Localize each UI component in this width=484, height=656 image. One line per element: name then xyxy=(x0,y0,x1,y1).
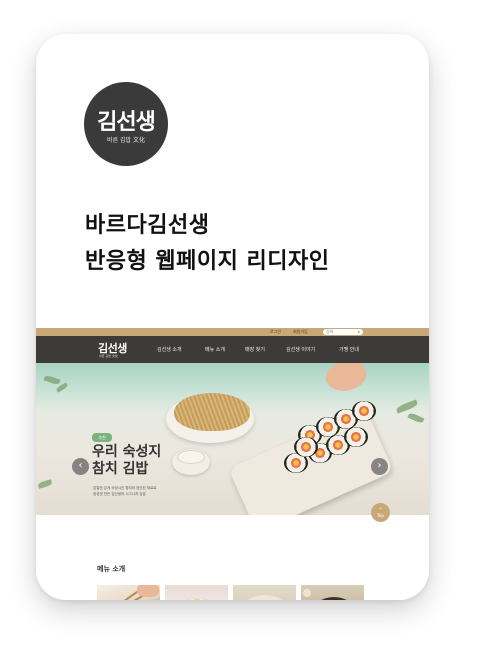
leaf-decoration xyxy=(37,479,53,489)
headline-line-2: 반응형 웹페이지 리디자인 xyxy=(85,249,330,274)
hero-description: 감칠맛 있게 숙성시킨 참치와 엄선된 재료로 정성껏 만든 김선생의 시그니처… xyxy=(93,485,157,497)
main-nav: 김선생 바른 김밥 文化 김선생 소개 메뉴 소개 매장 찾기 김선생 이야기 … xyxy=(36,336,429,363)
slide-indicators xyxy=(220,504,241,515)
search-icon[interactable]: ⌕ xyxy=(358,329,360,335)
login-link[interactable]: 로그인 xyxy=(270,329,281,335)
menu-thumb-noodle[interactable] xyxy=(165,585,228,600)
pan xyxy=(311,597,357,600)
headline-line-1: 바르다김선생 xyxy=(85,213,210,238)
search-input[interactable]: 검색 ⌕ xyxy=(323,329,363,335)
menu-thumb-kimbap[interactable] xyxy=(97,585,160,600)
kimbap-roll xyxy=(344,427,368,447)
dumpling-plate xyxy=(239,595,291,600)
hero-banner: 추천 우리 숙성지 참치 김밥 감칠맛 있게 숙성시킨 참치와 엄선된 재료로 … xyxy=(36,363,429,515)
hero-title-line-1: 우리 숙성지 xyxy=(92,444,162,460)
menu-section-title: 메뉴 소개 xyxy=(97,565,126,573)
nav-item-stores[interactable]: 매장 찾기 xyxy=(245,346,265,353)
hero-desc-line-2: 정성껏 만든 김선생의 시그니처 김밥 xyxy=(93,492,146,496)
logo-subtext: 바른 김밥 文化 xyxy=(107,137,145,144)
brand-logo: 김선생 바른 김밥 文化 xyxy=(84,82,168,166)
top-button-label: Top xyxy=(377,513,384,518)
leaf-decoration xyxy=(43,374,61,386)
hero-title-line-2: 참치 김밥 xyxy=(92,461,149,477)
hand xyxy=(137,585,159,597)
kimbap-roll xyxy=(294,437,318,457)
nav-item-franchise[interactable]: 가맹 안내 xyxy=(339,346,359,353)
garnish xyxy=(303,589,311,597)
hero-title: 우리 숙성지 참치 김밥 xyxy=(92,444,161,478)
logo-text: 김선생 xyxy=(97,110,156,135)
nav-item-menu[interactable]: 메뉴 소개 xyxy=(205,346,225,353)
recommend-badge: 추천 xyxy=(92,433,112,442)
top-button[interactable]: ^ Top xyxy=(371,503,390,522)
chevron-left-icon[interactable]: ‹ xyxy=(72,458,89,475)
noodle-pile xyxy=(174,393,250,431)
leaf-decoration xyxy=(395,399,419,414)
chevron-right-icon[interactable]: › xyxy=(371,458,388,475)
search-placeholder: 검색 xyxy=(326,329,334,334)
headline: 바르다김선생 반응형 웹페이지 리디자인 xyxy=(85,208,329,280)
project-card: 김선생 바른 김밥 文化 바르다김선생 반응형 웹페이지 리디자인 로그인 회원… xyxy=(36,34,429,600)
leaf-decoration xyxy=(407,411,425,425)
nav-item-story[interactable]: 김선생 이야기 xyxy=(286,346,315,353)
menu-thumb-tteokbokki[interactable] xyxy=(301,585,364,600)
signup-link[interactable]: 회원가입 xyxy=(293,329,308,335)
utility-bar: 로그인 회원가입 검색 ⌕ xyxy=(36,328,429,336)
hand-with-chopsticks xyxy=(321,363,371,399)
menu-thumb-dumpling[interactable] xyxy=(233,585,296,600)
nav-item-about[interactable]: 김선생 소개 xyxy=(157,346,182,353)
website-preview: 로그인 회원가입 검색 ⌕ 김선생 바른 김밥 文化 김선생 소개 메뉴 소개 … xyxy=(36,328,429,600)
nav-logo-subtext: 바른 김밥 文化 xyxy=(99,354,118,358)
kimbap-roll xyxy=(352,401,376,421)
rice xyxy=(177,450,205,464)
